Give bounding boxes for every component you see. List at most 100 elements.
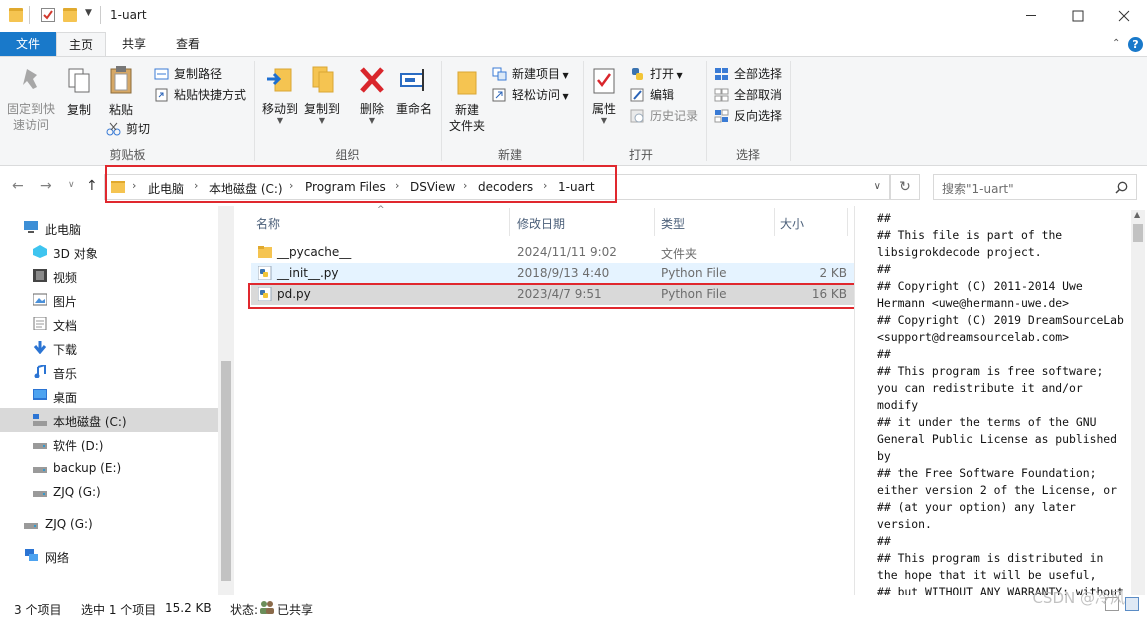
sidebar-item-desktop[interactable]: 桌面	[0, 384, 218, 408]
forward-icon[interactable]: →	[40, 178, 52, 194]
item-count: 3 个项目	[14, 603, 62, 617]
large-icons-view-icon[interactable]	[1125, 597, 1139, 611]
properties-button[interactable]: 属性 ▼	[588, 67, 620, 125]
sidebar-item-drive-g-root[interactable]: ZJQ (G:)	[0, 512, 218, 536]
new-folder-label: 新建 文件夹	[448, 103, 485, 133]
watermark: CSDN @冷风	[1032, 589, 1125, 607]
pin-quick-access-button[interactable]: 固定到快 速访问	[4, 67, 58, 133]
up-icon[interactable]: ↑	[86, 178, 98, 194]
pin-label: 固定到快 速访问	[6, 102, 55, 132]
documents-icon	[33, 317, 47, 330]
close-button[interactable]	[1101, 0, 1147, 32]
easy-access-icon	[492, 88, 506, 102]
copy-to-button[interactable]: 复制到 ▼	[302, 65, 342, 125]
preview-scroll-thumb[interactable]	[1133, 224, 1143, 242]
copy-path-button[interactable]: 复制路径	[154, 64, 222, 84]
drive-icon	[33, 443, 47, 449]
state-label: 状态:	[230, 603, 259, 617]
3d-objects-icon	[33, 245, 47, 258]
sidebar-item-drive-c[interactable]: 本地磁盘 (C:)	[0, 408, 218, 432]
copy-label: 复制	[66, 103, 91, 117]
column-header-type[interactable]: 类型	[661, 215, 685, 232]
select-none-button[interactable]: 全部取消	[714, 85, 782, 105]
refresh-button[interactable]: ↻	[890, 174, 920, 200]
move-to-icon	[267, 68, 292, 92]
video-icon	[33, 269, 47, 282]
collapse-ribbon-icon[interactable]: ⌃	[1112, 38, 1120, 49]
open-label: 打开	[650, 67, 675, 81]
back-icon[interactable]: ←	[12, 178, 24, 194]
sidebar-item-3d-objects[interactable]: 3D 对象	[0, 240, 218, 264]
search-icon	[1115, 181, 1128, 194]
preview-text[interactable]: ## ## This file is part of the libsigrok…	[877, 210, 1132, 601]
sidebar-item-documents[interactable]: 文档	[0, 312, 218, 336]
sidebar-scrollbar[interactable]	[218, 206, 234, 595]
copy-button[interactable]: 复制	[62, 67, 96, 118]
search-input[interactable]: 搜索"1-uart"	[933, 174, 1137, 200]
column-header-name[interactable]: 名称	[256, 215, 280, 232]
minimize-button[interactable]	[1009, 0, 1055, 32]
move-to-button[interactable]: 移动到 ▼	[260, 65, 300, 125]
preview-scrollbar[interactable]: ▲	[1131, 210, 1145, 595]
edit-button[interactable]: 编辑	[630, 85, 674, 105]
column-header-modified[interactable]: 修改日期	[517, 215, 565, 232]
history-button[interactable]: 历史记录	[630, 106, 698, 126]
sidebar-item-videos[interactable]: 视频	[0, 264, 218, 288]
recent-locations-icon[interactable]: ∨	[68, 180, 75, 190]
copy-path-label: 复制路径	[174, 67, 223, 81]
column-header-size[interactable]: 大小	[780, 215, 804, 232]
customize-quick-access-icon[interactable]: ▼	[85, 8, 92, 18]
python-icon	[632, 68, 643, 80]
file-type: Python File	[661, 266, 727, 280]
selection-size: 15.2 KB	[165, 601, 212, 615]
tab-home[interactable]: 主页	[56, 32, 106, 57]
folder-icon	[9, 8, 23, 22]
sort-arrow-icon: ^	[377, 205, 385, 215]
new-folder-button[interactable]: 新建 文件夹	[446, 67, 488, 134]
sidebar-item-this-pc[interactable]: 此电脑	[0, 216, 218, 240]
sidebar-item-pictures[interactable]: 图片	[0, 288, 218, 312]
shared-users-icon	[260, 601, 274, 614]
tab-file[interactable]: 文件	[0, 32, 56, 57]
file-row-init[interactable]: __init__.py 2018/9/13 4:40 Python File 2…	[251, 263, 854, 284]
new-folder-icon	[457, 71, 477, 95]
file-name: __init__.py	[277, 266, 339, 280]
tab-view[interactable]: 查看	[164, 32, 212, 57]
help-icon[interactable]: ?	[1128, 37, 1143, 52]
sidebar-scroll-thumb[interactable]	[221, 361, 231, 581]
sidebar-item-music[interactable]: 音乐	[0, 360, 218, 384]
select-all-button[interactable]: 全部选择	[714, 64, 782, 84]
selected-row-highlight-box	[248, 283, 857, 309]
paste-button[interactable]: 粘贴	[104, 65, 138, 118]
properties-quick-icon[interactable]	[41, 8, 55, 22]
paste-label: 粘贴	[108, 103, 133, 117]
select-all-label: 全部选择	[734, 67, 783, 81]
file-list: ^ 名称 修改日期 类型 大小 __pycache__ 2024/11/11 9…	[234, 205, 854, 595]
new-item-button[interactable]: 新建项目 ▼	[492, 64, 569, 84]
copy-icon	[68, 68, 90, 93]
sidebar-item-network[interactable]: 网络	[0, 544, 218, 568]
select-all-icon	[715, 68, 728, 80]
open-button[interactable]: 打开 ▼	[630, 64, 683, 84]
easy-access-button[interactable]: 轻松访问 ▼	[492, 85, 569, 105]
preview-pane: ## ## This file is part of the libsigrok…	[854, 206, 1147, 599]
sidebar-item-drive-g[interactable]: ZJQ (G:)	[0, 480, 218, 504]
invert-selection-button[interactable]: 反向选择	[714, 106, 782, 126]
tab-share[interactable]: 共享	[110, 32, 158, 57]
easy-access-label: 轻松访问	[512, 88, 561, 102]
rename-label: 重命名	[395, 102, 432, 116]
delete-button[interactable]: 删除 ▼	[355, 65, 389, 125]
sidebar-item-drive-d[interactable]: 软件 (D:)	[0, 432, 218, 456]
maximize-button[interactable]	[1055, 0, 1101, 32]
properties-label: 属性	[591, 102, 616, 116]
paste-shortcut-button[interactable]: 粘贴快捷方式	[154, 85, 246, 105]
new-folder-quick-icon[interactable]	[63, 8, 77, 22]
file-row-pycache[interactable]: __pycache__ 2024/11/11 9:02 文件夹	[251, 242, 854, 263]
sidebar-item-drive-e[interactable]: backup (E:)	[0, 456, 218, 480]
rename-button[interactable]: 重命名	[394, 65, 434, 117]
scissors-icon	[106, 122, 121, 136]
file-type: 文件夹	[661, 247, 698, 261]
sidebar-item-downloads[interactable]: 下载	[0, 336, 218, 360]
address-dropdown-icon[interactable]: ∨	[874, 181, 881, 192]
cut-button[interactable]: 剪切	[106, 119, 150, 139]
